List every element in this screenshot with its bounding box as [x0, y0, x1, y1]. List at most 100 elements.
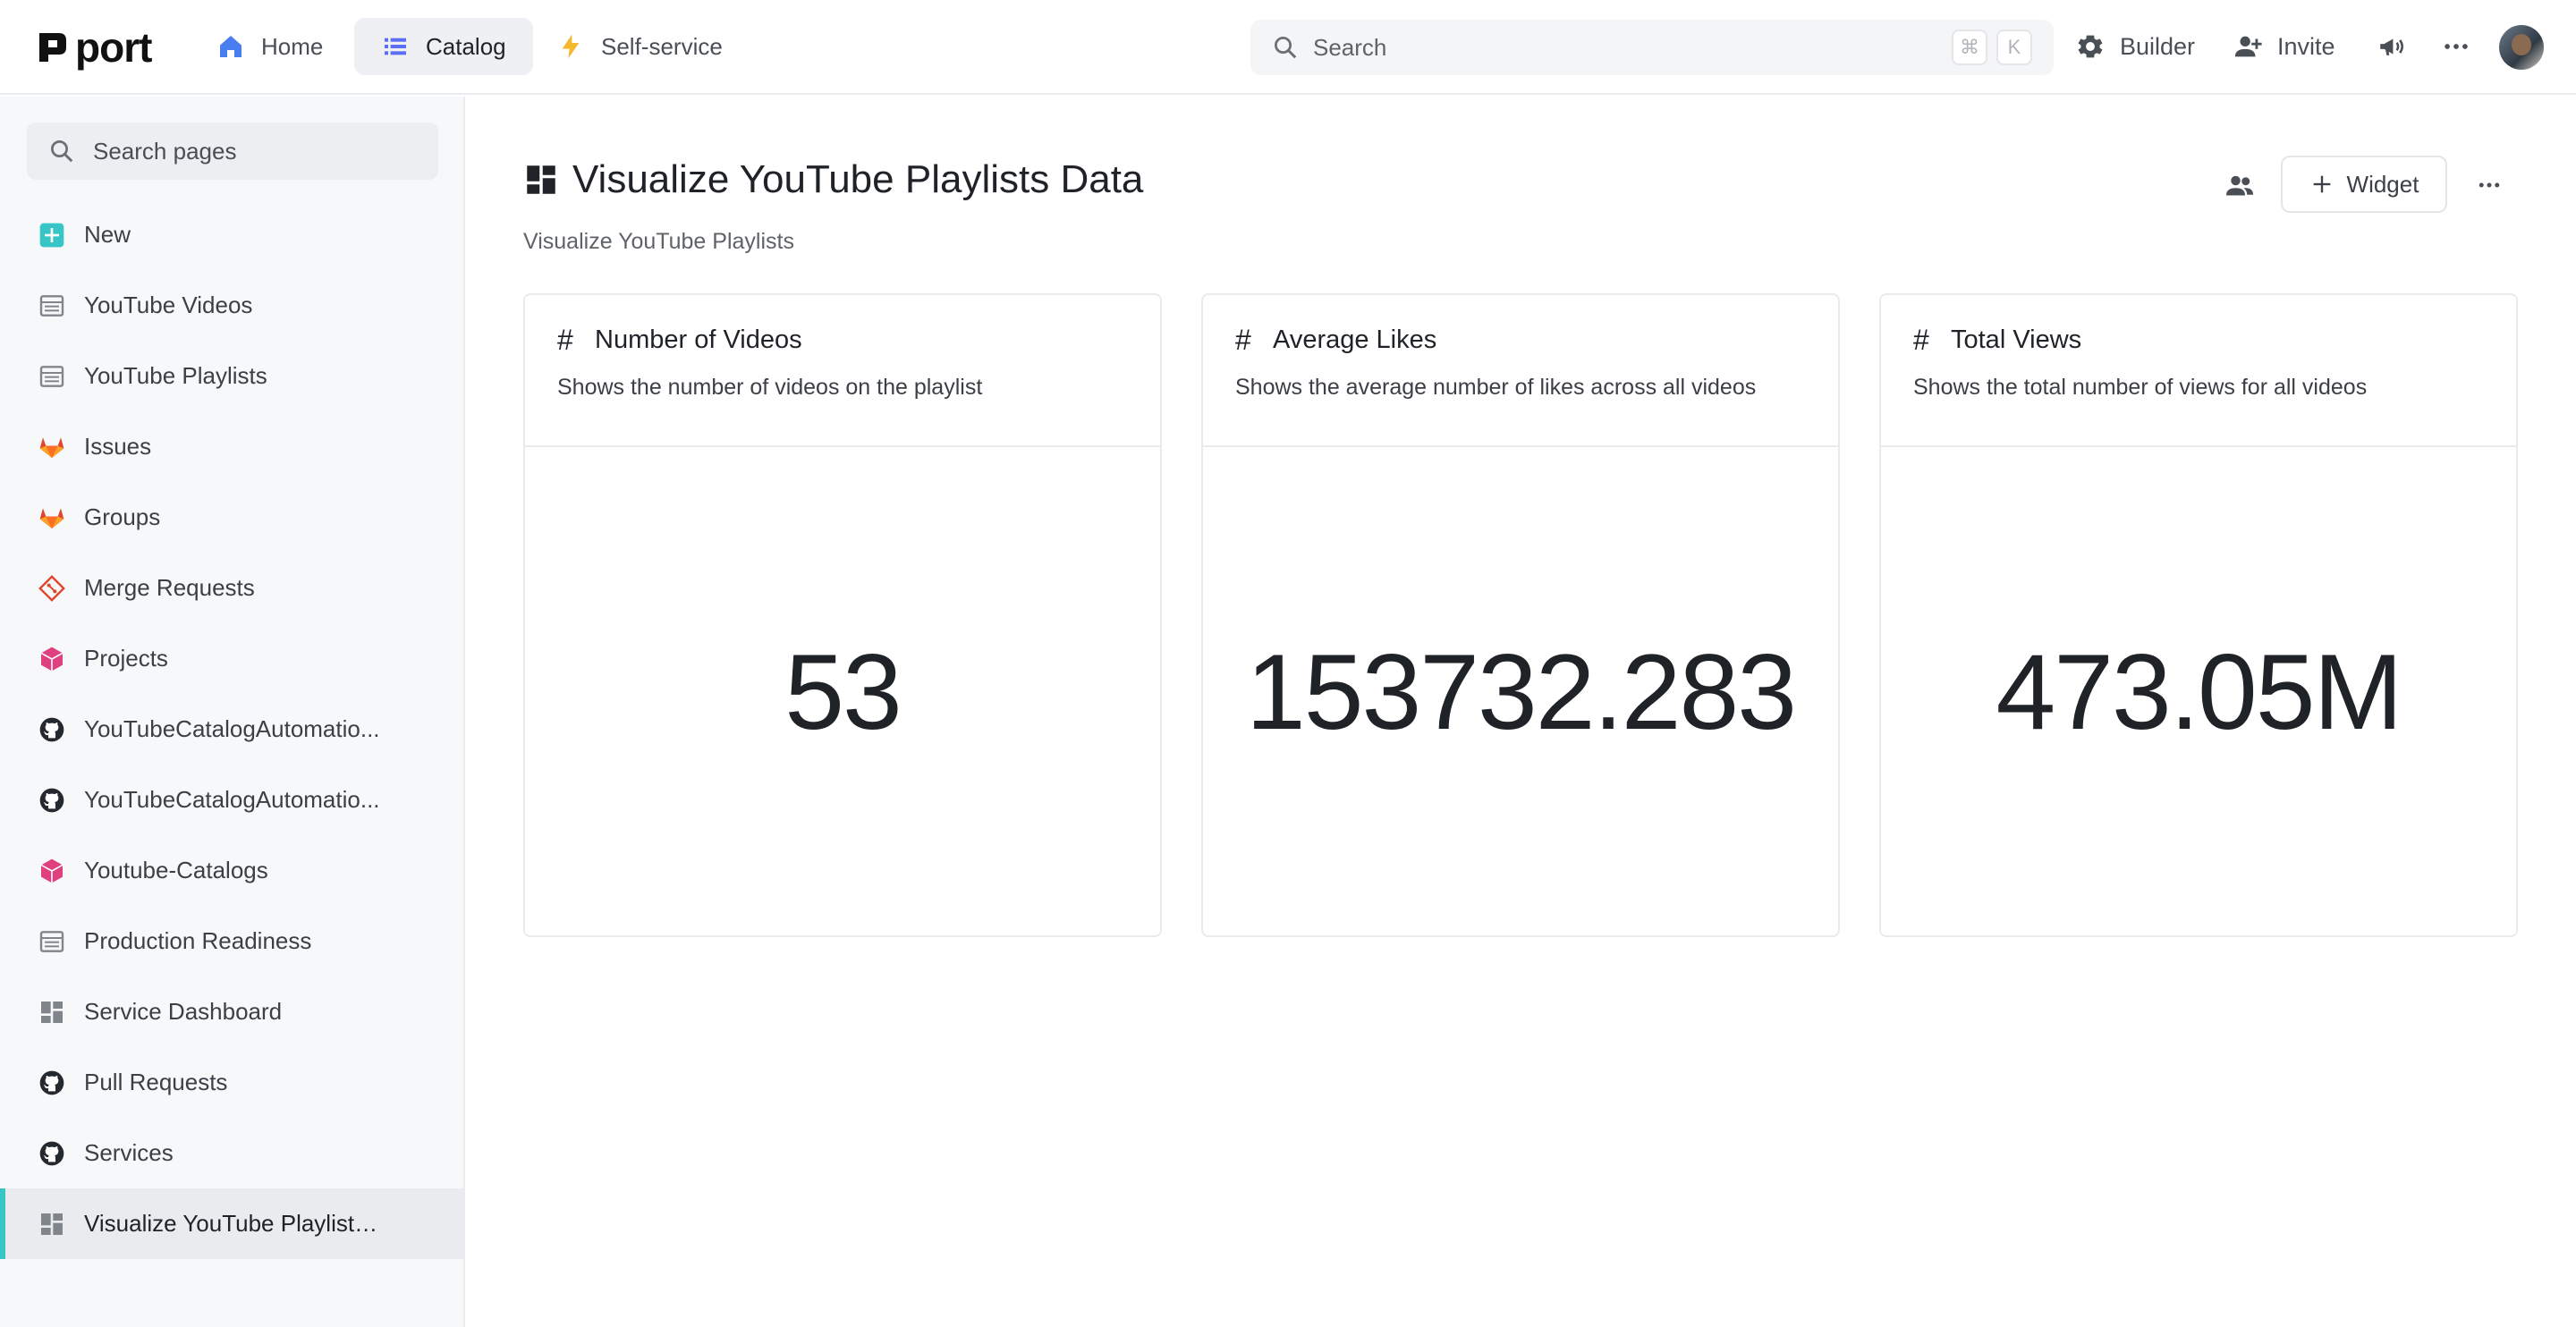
- github-icon: [38, 786, 66, 815]
- widget-title: Total Views: [1951, 325, 2082, 354]
- merge-request-icon: [38, 574, 66, 603]
- widget-header: # Average Likes Shows the average number…: [1203, 295, 1838, 447]
- sidebar-item-label: Services: [84, 1139, 174, 1166]
- sidebar-item-groups[interactable]: Groups: [0, 482, 463, 553]
- megaphone-icon: [2380, 38, 2403, 55]
- builder-label: Builder: [2120, 32, 2196, 60]
- search-icon: [1275, 37, 1297, 59]
- cube-icon: [38, 857, 66, 885]
- search-pages-placeholder: Search pages: [93, 137, 237, 165]
- widget-value: 473.05M: [1996, 632, 2403, 752]
- sidebar-item-label: Merge Requests: [84, 574, 255, 601]
- page-title: Visualize YouTube Playlists Data: [572, 157, 1144, 201]
- sidebar-item-label: Projects: [84, 645, 168, 672]
- sidebar-item-youtube-catalog-automation-1[interactable]: YouTubeCatalogAutomatio...: [0, 694, 463, 765]
- invite-button[interactable]: Invite: [2233, 18, 2335, 75]
- nav-self-service-label: Self-service: [601, 32, 723, 60]
- sidebar: Search pages New YouTube Videos YouTube …: [0, 97, 465, 1327]
- search-icon: [51, 140, 73, 163]
- nav-self-service[interactable]: Self-service: [530, 18, 750, 75]
- gitlab-icon: [38, 433, 66, 461]
- table-icon: [38, 362, 66, 391]
- nav-catalog-label: Catalog: [426, 32, 506, 60]
- add-widget-button[interactable]: Widget: [2281, 156, 2447, 213]
- sidebar-item-label: New: [84, 221, 131, 248]
- sidebar-item-label: YouTube Playlists: [84, 362, 267, 389]
- table-icon: [38, 292, 66, 320]
- widget-header: # Total Views Shows the total number of …: [1881, 295, 2516, 447]
- widget-value: 53: [784, 632, 902, 752]
- sidebar-item-label: Issues: [84, 433, 152, 460]
- nav-home[interactable]: Home: [190, 18, 350, 75]
- more-horizontal-icon: [2479, 182, 2500, 188]
- github-icon: [38, 1069, 66, 1097]
- top-bar: port Home Catalog Self-service Search ⌘ …: [0, 0, 2576, 95]
- gitlab-icon: [38, 503, 66, 532]
- sidebar-item-youtube-catalog-automation-2[interactable]: YouTubeCatalogAutomatio...: [0, 765, 463, 835]
- sidebar-item-merge-requests[interactable]: Merge Requests: [0, 553, 463, 623]
- github-icon: [38, 1139, 66, 1168]
- sidebar-item-new[interactable]: New: [0, 199, 463, 270]
- builder-button[interactable]: Builder: [2075, 18, 2195, 75]
- port-logo[interactable]: port: [36, 24, 152, 71]
- nav-home-label: Home: [261, 32, 324, 60]
- announcements-button[interactable]: [2372, 27, 2411, 66]
- cube-icon: [38, 645, 66, 673]
- home-icon: [220, 36, 242, 57]
- shortcut-cmd-key: ⌘: [1952, 30, 1987, 65]
- sidebar-item-youtube-videos[interactable]: YouTube Videos: [0, 270, 463, 341]
- hash-icon: #: [1913, 324, 1929, 356]
- sidebar-item-label: Visualize YouTube Playlists ...: [84, 1210, 388, 1237]
- invite-label: Invite: [2277, 32, 2335, 60]
- widget-description: Shows the total number of views for all …: [1913, 375, 2368, 400]
- dashboard-icon: [38, 998, 66, 1027]
- plus-icon: [2313, 175, 2330, 193]
- permissions-button[interactable]: [2215, 161, 2265, 211]
- catalog-list-icon: [385, 38, 406, 55]
- sidebar-item-services[interactable]: Services: [0, 1118, 463, 1188]
- dashboard-icon: [527, 165, 555, 194]
- sidebar-item-youtube-catalogs[interactable]: Youtube-Catalogs: [0, 835, 463, 906]
- logo-text: port: [75, 24, 152, 71]
- hash-icon: #: [1235, 324, 1251, 356]
- widget-total-views[interactable]: # Total Views Shows the total number of …: [1879, 293, 2518, 937]
- widget-description: Shows the average number of likes across…: [1235, 375, 1757, 400]
- nav-catalog[interactable]: Catalog: [354, 18, 533, 75]
- global-search-input[interactable]: Search ⌘ K: [1250, 20, 2054, 75]
- sidebar-item-pull-requests[interactable]: Pull Requests: [0, 1047, 463, 1118]
- user-avatar[interactable]: [2499, 25, 2544, 70]
- widget-title: Number of Videos: [595, 325, 802, 354]
- add-widget-label: Widget: [2346, 170, 2419, 198]
- widget-number-of-videos[interactable]: # Number of Videos Shows the number of v…: [523, 293, 1162, 937]
- sidebar-item-projects[interactable]: Projects: [0, 623, 463, 694]
- widget-title: Average Likes: [1273, 325, 1437, 354]
- lightning-icon: [562, 34, 580, 59]
- plus-square-icon: [38, 221, 66, 249]
- sidebar-item-production-readiness[interactable]: Production Readiness: [0, 906, 463, 976]
- hash-icon: #: [557, 324, 573, 356]
- page-header: Visualize YouTube Playlists Data: [522, 157, 1143, 202]
- sidebar-item-label: Groups: [84, 503, 161, 530]
- search-pages-input[interactable]: Search pages: [27, 123, 438, 180]
- gear-icon: [2078, 35, 2103, 58]
- sidebar-item-label: Pull Requests: [84, 1069, 228, 1095]
- sidebar-item-label: Production Readiness: [84, 927, 312, 954]
- more-horizontal-icon: [2445, 44, 2468, 49]
- sidebar-item-label: Youtube-Catalogs: [84, 857, 268, 883]
- widget-value: 153732.283: [1246, 632, 1797, 752]
- github-icon: [38, 715, 66, 744]
- search-shortcut: ⌘ K: [1952, 30, 2032, 65]
- sidebar-item-label: YouTube Videos: [84, 292, 253, 318]
- port-logo-icon: [39, 33, 66, 62]
- more-options-button[interactable]: [2436, 27, 2476, 66]
- sidebar-item-visualize-youtube-playlists[interactable]: Visualize YouTube Playlists ...: [0, 1188, 463, 1259]
- sidebar-item-service-dashboard[interactable]: Service Dashboard: [0, 976, 463, 1047]
- add-person-icon: [2234, 36, 2262, 57]
- sidebar-item-label: YouTubeCatalogAutomatio...: [84, 715, 380, 742]
- sidebar-item-label: Service Dashboard: [84, 998, 283, 1025]
- page-more-button[interactable]: [2467, 163, 2512, 207]
- widget-average-likes[interactable]: # Average Likes Shows the average number…: [1201, 293, 1840, 937]
- sidebar-item-label: YouTubeCatalogAutomatio...: [84, 786, 380, 813]
- sidebar-item-youtube-playlists[interactable]: YouTube Playlists: [0, 341, 463, 411]
- sidebar-item-issues[interactable]: Issues: [0, 411, 463, 482]
